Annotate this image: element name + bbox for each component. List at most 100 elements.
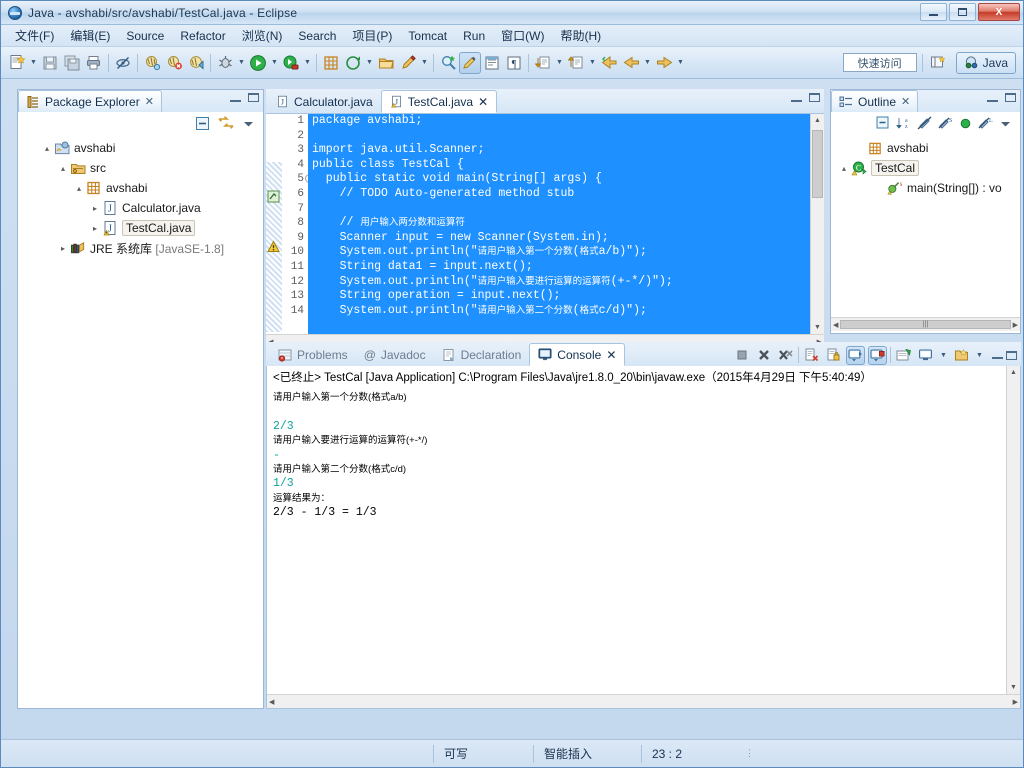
scroll-right-icon[interactable]: ▶	[1013, 698, 1018, 706]
new-console-view-icon[interactable]	[916, 346, 935, 365]
menu-edit[interactable]: 编辑(E)	[62, 25, 118, 46]
open-type-icon[interactable]	[141, 52, 163, 74]
outline-item-package-avshabi[interactable]: avshabi	[831, 138, 1020, 158]
open-resource-icon[interactable]	[375, 52, 397, 74]
console-body[interactable]: <已终止> TestCal [Java Application] C:\Prog…	[266, 366, 1021, 709]
maximize-button[interactable]	[949, 3, 976, 21]
close-icon[interactable]: ✕	[145, 95, 154, 108]
annotation-ruler[interactable]	[266, 114, 282, 334]
tab-problems[interactable]: Problems	[270, 343, 356, 366]
open-console-icon[interactable]	[894, 346, 913, 365]
print-icon[interactable]	[83, 52, 105, 74]
sort-icon[interactable]: az	[896, 116, 911, 130]
scroll-left-icon[interactable]: ◀	[269, 698, 274, 706]
new-package-icon[interactable]	[342, 52, 364, 74]
close-icon[interactable]: ✕	[901, 95, 910, 108]
scroll-up-icon[interactable]: ▲	[1007, 366, 1020, 379]
back-icon[interactable]	[620, 52, 642, 74]
previous-annotation-dropdown-icon[interactable]: ▼	[587, 52, 598, 74]
next-annotation-icon[interactable]	[532, 52, 554, 74]
terminate-icon[interactable]	[732, 346, 751, 365]
editor-tab-testcal-java[interactable]: J TestCal.java ✕	[380, 90, 498, 113]
expand-arrow-icon[interactable]: ▴	[40, 144, 54, 153]
tab-declaration[interactable]: Declaration	[434, 343, 530, 366]
debug-dropdown-icon[interactable]: ▼	[236, 52, 247, 74]
next-annotation-dropdown-icon[interactable]: ▼	[554, 52, 565, 74]
collapse-all-icon[interactable]	[876, 116, 890, 130]
hide-local-icon[interactable]: L	[978, 116, 993, 130]
minimize-button[interactable]	[920, 3, 947, 21]
collapse-all-icon[interactable]	[195, 116, 210, 131]
open-console-dropdown-icon[interactable]: ▼	[938, 344, 949, 366]
tab-package-explorer[interactable]: Package Explorer ✕	[18, 90, 162, 112]
maximize-icon[interactable]	[809, 93, 820, 102]
hide-fields-icon[interactable]	[917, 116, 932, 130]
open-task-icon[interactable]	[185, 52, 207, 74]
run-dropdown-icon[interactable]: ▼	[269, 52, 280, 74]
scroll-down-icon[interactable]: ▼	[1007, 681, 1020, 694]
expand-arrow-icon[interactable]: ▴	[72, 184, 86, 193]
open-type-error-icon[interactable]	[163, 52, 185, 74]
minimize-icon[interactable]	[987, 99, 998, 102]
view-menu-icon[interactable]	[242, 117, 255, 130]
editor-tab-calculator-java[interactable]: J Calculator.java	[268, 90, 381, 113]
new-console-dropdown-icon[interactable]: ▼	[974, 344, 985, 366]
show-whitespace-icon[interactable]	[481, 52, 503, 74]
menu-search[interactable]: Search	[290, 27, 344, 45]
code-text[interactable]: package avshabi; import java.util.Scanne…	[308, 114, 810, 334]
toggle-block-selection-icon[interactable]	[459, 51, 481, 74]
tree-item-calculator-java[interactable]: ▸ J Calculator.java	[18, 198, 263, 218]
new-class-dropdown-icon[interactable]: ▼	[419, 52, 430, 74]
menu-file[interactable]: 文件(F)	[7, 25, 62, 46]
close-button[interactable]: X	[978, 3, 1020, 21]
warning-marker-icon[interactable]	[267, 240, 280, 253]
pilcrow-icon[interactable]: ¶	[503, 52, 525, 74]
save-icon[interactable]	[39, 52, 61, 74]
perspective-java-button[interactable]: Java	[955, 51, 1016, 74]
minimize-icon[interactable]	[992, 357, 1003, 359]
close-icon[interactable]: ✕	[478, 95, 488, 109]
hide-nonpublic-icon[interactable]	[959, 117, 972, 130]
scrollbar-thumb[interactable]: |||	[840, 320, 1011, 329]
new-console-icon[interactable]	[952, 346, 971, 365]
tab-outline[interactable]: Outline ✕	[831, 90, 919, 112]
quick-assist-icon[interactable]	[267, 190, 280, 203]
minimize-icon[interactable]	[791, 99, 802, 102]
console-vertical-scrollbar[interactable]: ▲ ▼	[1006, 366, 1020, 694]
new-wizard-dropdown-icon[interactable]: ▼	[28, 52, 39, 74]
maximize-icon[interactable]	[248, 93, 259, 102]
previous-annotation-icon[interactable]	[565, 52, 587, 74]
quick-access-input[interactable]: 快速访问	[842, 53, 917, 72]
hide-static-icon[interactable]: S	[938, 116, 953, 130]
scroll-down-icon[interactable]: ▼	[811, 321, 824, 334]
menu-tomcat[interactable]: Tomcat	[400, 27, 455, 45]
outline-horizontal-scrollbar[interactable]: ◀ ||| ▶	[831, 317, 1020, 331]
new-java-project-icon[interactable]	[320, 52, 342, 74]
menu-navigate[interactable]: 浏览(N)	[234, 25, 291, 46]
tree-item-jre-library[interactable]: ▸ JRE 系统库 [JavaSE-1.8]	[18, 238, 263, 258]
menu-source[interactable]: Source	[118, 27, 172, 45]
remove-launch-icon[interactable]	[754, 346, 773, 365]
open-perspective-icon[interactable]	[928, 52, 950, 74]
search-icon[interactable]	[437, 52, 459, 74]
scrollbar-thumb[interactable]	[812, 130, 823, 198]
expand-arrow-icon[interactable]: ▸	[88, 224, 102, 233]
menu-run[interactable]: Run	[455, 27, 493, 45]
tree-item-testcal-java[interactable]: ▸ J TestCal.java	[18, 218, 263, 238]
minimize-icon[interactable]	[230, 99, 241, 102]
save-all-icon[interactable]	[61, 52, 83, 74]
external-tools-dropdown-icon[interactable]: ▼	[302, 52, 313, 74]
new-package-dropdown-icon[interactable]: ▼	[364, 52, 375, 74]
toggle-mark-occurrences-icon[interactable]	[112, 52, 134, 74]
scroll-up-icon[interactable]: ▲	[811, 114, 824, 127]
expand-arrow-icon[interactable]: ▴	[837, 164, 851, 173]
forward-dropdown-icon[interactable]: ▼	[675, 52, 686, 74]
link-with-editor-icon[interactable]	[218, 115, 234, 131]
tree-item-package-avshabi[interactable]: ▴ avshabi	[18, 178, 263, 198]
debug-icon[interactable]	[214, 52, 236, 74]
expand-arrow-icon[interactable]: ▸	[56, 244, 70, 253]
outline-item-method-main[interactable]: S main(String[]) : vo	[831, 178, 1020, 198]
scroll-left-icon[interactable]: ◀	[833, 321, 838, 329]
code-editor[interactable]: 1 2 3 4 5 6 7 8 9 10 11 12 13 14 package…	[266, 113, 824, 334]
menu-project[interactable]: 项目(P)	[344, 25, 400, 46]
